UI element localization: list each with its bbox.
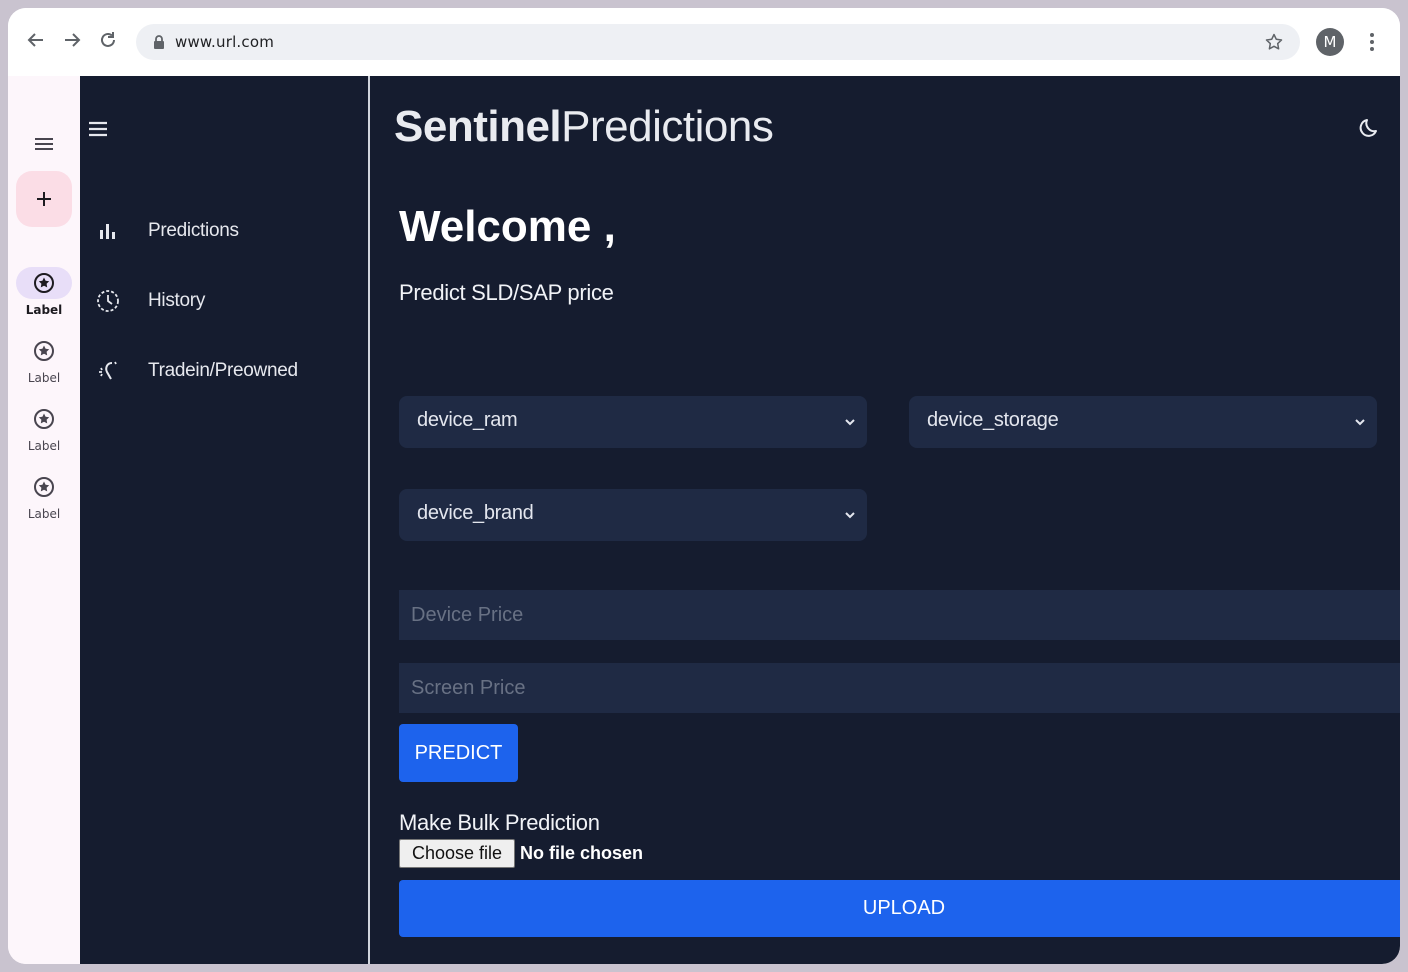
- rail-pill: [16, 471, 72, 503]
- rail-label: Label: [27, 507, 61, 521]
- brand-rest: Predictions: [561, 102, 774, 151]
- magic-wand-icon: [99, 361, 117, 380]
- sidebar-item-predictions[interactable]: Predictions: [80, 207, 368, 255]
- chevron-down-icon: [845, 512, 855, 519]
- add-fab-button[interactable]: [16, 171, 72, 227]
- url-text: www.url.com: [175, 33, 275, 51]
- menu-icon[interactable]: [32, 132, 56, 156]
- brand-bold: Sentinel: [394, 102, 562, 151]
- star-circle-icon: [34, 477, 54, 497]
- page-subtitle: Predict SLD/SAP price: [399, 280, 614, 305]
- sidebar-item-label: Tradein/Preowned: [148, 360, 298, 381]
- navigation-rail: Label Label Label Label: [8, 76, 80, 964]
- select-value: device_brand: [417, 502, 534, 524]
- browser-toolbar: www.url.com M: [8, 8, 1400, 76]
- bar-chart-icon: [100, 224, 115, 239]
- rail-pill: [16, 267, 72, 299]
- sidebar-item-label: Predictions: [148, 220, 239, 241]
- profile-avatar[interactable]: M: [1316, 28, 1344, 56]
- bulk-prediction-title: Make Bulk Prediction: [399, 810, 600, 835]
- predict-button[interactable]: PREDICT: [399, 724, 518, 782]
- more-vert-icon[interactable]: [1362, 30, 1382, 54]
- arrow-left-icon: [27, 33, 43, 47]
- rail-item-4[interactable]: Label: [8, 471, 80, 527]
- reload-icon: [101, 32, 115, 47]
- main-content: SentinelPredictions Welcome , Predict SL…: [372, 76, 1400, 964]
- address-bar[interactable]: www.url.com: [136, 24, 1300, 60]
- hamburger-menu-icon[interactable]: [86, 117, 110, 141]
- back-button[interactable]: [24, 28, 48, 52]
- bookmark-star-icon[interactable]: [1264, 32, 1284, 52]
- file-status: No file chosen: [520, 843, 644, 863]
- star-circle-icon: [34, 341, 54, 361]
- select-value: device_ram: [417, 409, 518, 431]
- sidebar-item-tradein[interactable]: Tradein/Preowned: [80, 347, 368, 395]
- brand-title: SentinelPredictions: [394, 102, 774, 152]
- app-container: Predictions History Tradein/Preowned Sen…: [80, 76, 1400, 964]
- device-storage-select[interactable]: device_storage: [909, 396, 1377, 448]
- choose-file-button[interactable]: Choose file: [399, 839, 515, 868]
- rail-label: Label: [27, 439, 61, 453]
- device-ram-select[interactable]: device_ram: [399, 396, 867, 448]
- device-price-input[interactable]: [399, 590, 1400, 640]
- device-brand-select[interactable]: device_brand: [399, 489, 867, 541]
- rail-label: Label: [27, 371, 61, 385]
- plus-icon: [37, 192, 51, 206]
- rail-item-3[interactable]: Label: [8, 403, 80, 459]
- reload-button[interactable]: [96, 28, 120, 52]
- forward-button[interactable]: [60, 28, 84, 52]
- chevron-down-icon: [1355, 419, 1365, 426]
- star-circle-icon: [34, 273, 54, 293]
- rail-pill: [16, 403, 72, 435]
- rail-item-2[interactable]: Label: [8, 335, 80, 391]
- rail-pill: [16, 335, 72, 367]
- sidebar-item-history[interactable]: History: [80, 277, 368, 325]
- select-value: device_storage: [927, 409, 1059, 431]
- lock-icon: [154, 35, 164, 49]
- upload-button[interactable]: UPLOAD: [399, 880, 1400, 937]
- rail-item-1[interactable]: Label: [8, 267, 80, 323]
- history-icon: [97, 290, 119, 312]
- star-circle-icon: [34, 409, 54, 429]
- arrow-right-icon: [65, 33, 81, 47]
- rail-label: Label: [25, 303, 63, 317]
- sidebar-item-label: History: [148, 290, 206, 311]
- browser-window: www.url.com M Label Label Label Label Pr…: [8, 8, 1400, 964]
- sidebar: Predictions History Tradein/Preowned: [80, 76, 370, 964]
- welcome-heading: Welcome ,: [399, 202, 616, 251]
- screen-price-input[interactable]: [399, 663, 1400, 713]
- chevron-down-icon: [845, 419, 855, 426]
- moon-icon[interactable]: [1356, 114, 1384, 142]
